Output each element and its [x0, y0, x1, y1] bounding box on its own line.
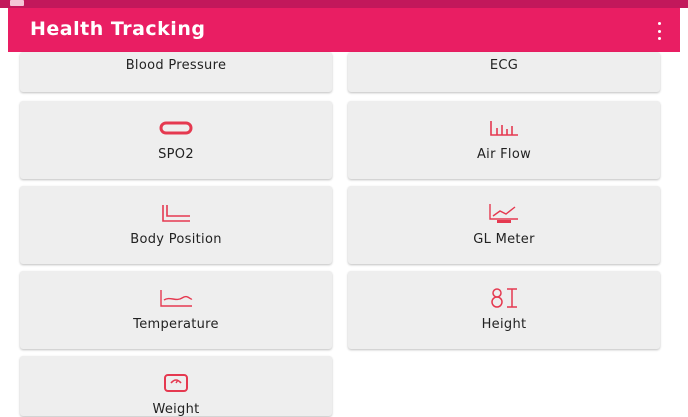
card-label: SPO2 [158, 147, 194, 162]
card-body-position[interactable]: Body Position [20, 186, 332, 264]
card-ecg[interactable]: ECG [348, 52, 660, 92]
card-label: Air Flow [476, 147, 532, 162]
card-label: Weight [152, 402, 200, 417]
status-bar [0, 0, 688, 8]
card-spo2[interactable]: SPO2 [20, 101, 332, 179]
card-label: Temperature [133, 317, 219, 332]
body-position-icon [156, 200, 196, 226]
app-title: Health Tracking [30, 18, 206, 40]
card-gl-meter[interactable]: GL Meter [348, 186, 660, 264]
height-icon [484, 285, 524, 311]
card-label: ECG [489, 58, 519, 73]
card-label: Height [481, 317, 527, 332]
card-label: Blood Pressure [125, 58, 227, 73]
card-height[interactable]: Height [348, 271, 660, 349]
temperature-chart-icon [156, 285, 196, 311]
gl-meter-icon [484, 200, 524, 226]
app-bar: Health Tracking [8, 8, 680, 52]
air-flow-bars-icon [484, 115, 524, 141]
card-label: GL Meter [473, 232, 535, 247]
weight-scale-icon [156, 370, 196, 396]
card-temperature[interactable]: Temperature [20, 271, 332, 349]
card-weight[interactable]: Weight [20, 356, 332, 417]
overflow-menu-icon[interactable] [656, 22, 662, 40]
card-air-flow[interactable]: Air Flow [348, 101, 660, 179]
card-label: Body Position [130, 232, 222, 247]
spo2-ring-icon [156, 115, 196, 141]
card-blood-pressure[interactable]: Blood Pressure [20, 52, 332, 92]
status-notification-icon [10, 0, 24, 6]
